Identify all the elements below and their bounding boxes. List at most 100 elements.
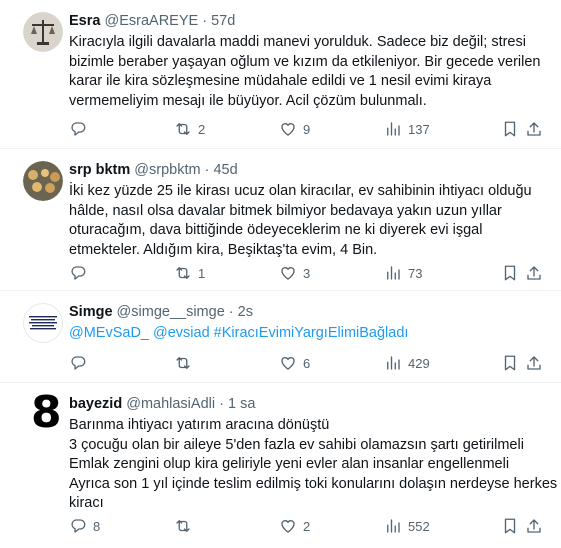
bookmark-icon (501, 354, 519, 372)
reply-button[interactable] (69, 262, 93, 284)
views-icon (384, 517, 402, 535)
separator: · (204, 162, 210, 178)
views-count: 73 (408, 265, 423, 281)
author-name[interactable]: Simge (69, 304, 113, 320)
tweet-actions: 8 2 552 (69, 515, 545, 537)
like-button[interactable]: 2 (279, 515, 310, 537)
views-icon (384, 354, 402, 372)
mention-hashtag-line[interactable]: @MEvSaD_ @evsiad #KiracıEvimiYargıElimiB… (69, 324, 545, 344)
like-count: 3 (303, 265, 311, 281)
share-button[interactable] (525, 515, 543, 537)
tweet-line: bizimle beraber yaşayan oğlum ve kızım d… (69, 53, 541, 70)
tweet-text: @MEvSaD_ @evsiad #KiracıEvimiYargıElimiB… (69, 324, 545, 344)
avatar[interactable]: 8 (23, 389, 63, 437)
avatar[interactable] (23, 12, 63, 52)
author-name[interactable]: Esra (69, 13, 100, 29)
views-count: 137 (408, 121, 430, 137)
tweet-actions: 6 429 (69, 352, 545, 374)
tweet-line: vermemeliyim mesajı ile büyüyor. Acil çö… (69, 92, 427, 109)
views-count: 429 (408, 355, 430, 371)
separator: · (202, 13, 208, 29)
avatar-text: 8 (31, 387, 62, 438)
tweet-actions: 2 9 137 (69, 118, 545, 140)
tweet-line: Barınma ihtiyacı yatırım aracına dönüştü (69, 417, 330, 433)
bookmark-button[interactable] (501, 262, 519, 284)
author-name[interactable]: srp bktm (69, 162, 130, 178)
retweet-button[interactable] (174, 515, 198, 537)
retweet-count: 2 (198, 121, 206, 137)
timestamp[interactable]: 2s (238, 304, 253, 320)
timestamp[interactable]: 1 sa (228, 396, 255, 412)
share-button[interactable] (525, 118, 543, 140)
reply-icon (69, 264, 87, 282)
tweet[interactable]: Esra @EsraAREYE · 57d Kiracıyla ilgili d… (0, 0, 561, 149)
tweet[interactable]: 8 bayezid @mahlasiAdli · 1 sa Barınma ih… (0, 383, 561, 548)
retweet-button[interactable]: 1 (174, 262, 205, 284)
views-count: 552 (408, 518, 430, 534)
like-icon (279, 354, 297, 372)
reply-count: 8 (93, 518, 101, 534)
author-handle[interactable]: @srpbktm (134, 162, 200, 178)
tweet[interactable]: srp bktm @srpbktm · 45d İki kez yüzde 25… (0, 149, 561, 291)
avatar[interactable] (23, 161, 63, 201)
reply-button[interactable]: 8 (69, 515, 100, 537)
tweet-line: etmekteler. Aldığım kira, Beşiktaş'ta ev… (69, 241, 378, 258)
like-button[interactable]: 6 (279, 352, 310, 374)
views-button[interactable]: 552 (384, 515, 430, 537)
tweet[interactable]: Simge @simge__simge · 2s @MEvSaD_ @evsia… (0, 291, 561, 383)
retweet-icon (174, 354, 192, 372)
tweet-line: hâlde, nasıl olsa davalar bitmek bilmiyo… (69, 202, 502, 219)
author-handle[interactable]: @EsraAREYE (104, 13, 198, 29)
bookmark-button[interactable] (501, 118, 519, 140)
bookmark-icon (501, 517, 519, 535)
share-button[interactable] (525, 352, 543, 374)
share-icon (525, 120, 543, 138)
separator: · (228, 304, 234, 320)
bookmark-icon (501, 264, 519, 282)
share-button[interactable] (525, 262, 543, 284)
separator: · (219, 396, 224, 412)
tweet-line: İki kez yüzde 25 ile kirası ucuz olan ki… (69, 183, 532, 199)
tweet-line: karar ile kira sözleşmesine müdahale edi… (69, 73, 492, 89)
author-handle[interactable]: @simge__simge (117, 304, 225, 320)
reply-icon (69, 354, 87, 372)
tweet-text: Kiracıyla ilgili davalarla maddi manevi … (69, 33, 545, 111)
like-icon (279, 264, 297, 282)
share-icon (525, 517, 543, 535)
retweet-button[interactable] (174, 352, 198, 374)
bookmark-icon (501, 120, 519, 138)
tweet-line: Emlak zengini olup kira geliriyle yeni e… (69, 456, 510, 472)
like-icon (279, 517, 297, 535)
reply-icon (69, 120, 87, 138)
share-icon (525, 264, 543, 282)
author-name[interactable]: bayezid (69, 396, 122, 412)
timestamp[interactable]: 57d (211, 13, 235, 29)
reply-button[interactable] (69, 118, 93, 140)
views-icon (384, 120, 402, 138)
retweet-count: 1 (198, 265, 206, 281)
like-icon (279, 120, 297, 138)
views-icon (384, 264, 402, 282)
avatar[interactable] (23, 303, 63, 343)
like-count: 2 (303, 518, 311, 534)
views-button[interactable]: 137 (384, 118, 430, 140)
tweet-text: Barınma ihtiyacı yatırım aracına dönüştü… (69, 416, 557, 514)
retweet-button[interactable]: 2 (174, 118, 205, 140)
scales-avatar-icon (23, 12, 63, 52)
bookmark-button[interactable] (501, 515, 519, 537)
timestamp[interactable]: 45d (213, 162, 237, 178)
like-button[interactable]: 9 (279, 118, 310, 140)
reply-icon (69, 517, 87, 535)
tweet-line: 3 çocuğu olan bir aileye 5'den fazla ev … (69, 436, 524, 453)
like-button[interactable]: 3 (279, 262, 310, 284)
author-handle[interactable]: @mahlasiAdli (126, 396, 215, 412)
lamps-avatar-icon (23, 161, 63, 201)
tweet-actions: 1 3 73 (69, 262, 545, 284)
retweet-icon (174, 264, 192, 282)
reply-button[interactable] (69, 352, 93, 374)
views-button[interactable]: 73 (384, 262, 422, 284)
views-button[interactable]: 429 (384, 352, 430, 374)
like-count: 6 (303, 355, 311, 371)
text-logo-avatar-icon (23, 303, 63, 343)
bookmark-button[interactable] (501, 352, 519, 374)
